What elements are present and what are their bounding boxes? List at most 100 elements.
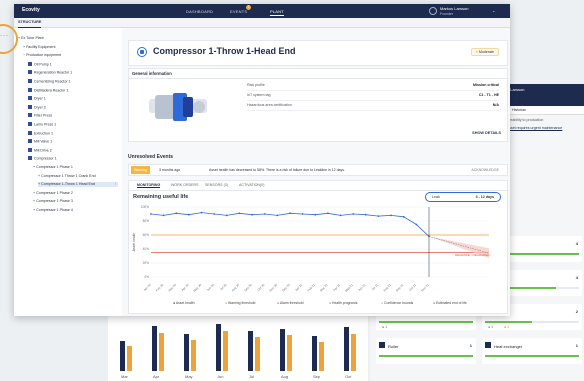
data-point bbox=[364, 213, 367, 216]
bg-card-count: 1 bbox=[575, 343, 578, 348]
subtab[interactable]: WORK ORDERS bbox=[171, 183, 199, 187]
nav-events[interactable]: EVENTS bbox=[230, 9, 247, 14]
general-info-row: Risk profile Mission critical bbox=[247, 82, 499, 91]
data-point bbox=[377, 215, 380, 217]
bg-card-health-fill bbox=[379, 321, 473, 323]
bg-card-health-fill bbox=[485, 321, 532, 323]
tree-item[interactable]: Mill Valve 1 bbox=[28, 139, 118, 145]
tree-item-label: Cementizing Reactor 1 bbox=[34, 79, 71, 84]
data-point bbox=[276, 214, 279, 217]
tree-item[interactable]: Dryer 2 bbox=[28, 104, 118, 111]
chart-annotation: DEGRADE - DEGRADED bbox=[455, 253, 490, 257]
data-point bbox=[150, 213, 152, 215]
info-label: Risk profile bbox=[247, 83, 265, 87]
event-time: 3 months ago bbox=[159, 168, 181, 172]
acknowledge-button[interactable]: ACKNOWLEDGE bbox=[471, 165, 499, 175]
data-point bbox=[200, 211, 203, 214]
tree-item[interactable]: + Ex Tutor Plant bbox=[18, 36, 118, 41]
event-row[interactable]: Warning 3 months ago Asset health has de… bbox=[128, 164, 508, 176]
y-tick-label: 40% bbox=[143, 247, 150, 251]
bg-card-healthy-count: ● 1 bbox=[488, 325, 494, 329]
tree-item[interactable]: + Compressor 1 Phase 3 bbox=[33, 199, 118, 204]
tree-item[interactable]: − Production equipment bbox=[23, 53, 118, 58]
tree-item[interactable]: Oil Pump 1 bbox=[28, 61, 118, 68]
nav-dashboard[interactable]: DASHBOARD bbox=[186, 9, 213, 14]
user-avatar[interactable] bbox=[429, 7, 437, 15]
app-logo[interactable]: Ecovity bbox=[22, 7, 40, 13]
bg-month-label: Sep bbox=[313, 374, 321, 379]
tree-item[interactable]: Compressor 1 bbox=[28, 156, 118, 162]
more-dots-icon[interactable]: ··· bbox=[0, 33, 9, 39]
event-type-badge: Warning bbox=[131, 166, 150, 174]
asset-icon bbox=[28, 130, 32, 135]
bg-month-label: Oct bbox=[345, 374, 352, 379]
subtab[interactable]: MONITORING bbox=[137, 183, 161, 188]
legend-label: Asset health bbox=[175, 301, 195, 305]
tree-item[interactable]: Distilladera Reactor 1 bbox=[28, 87, 118, 94]
tree-item[interactable]: + Compressor 1 Throw 1 Crank End bbox=[38, 174, 118, 179]
tree-item-label: Regeneration Reactor 1 bbox=[34, 70, 73, 75]
subtabs: MONITORING WORK ORDERS SENSORS (3) ACTIVATI… bbox=[129, 181, 507, 191]
legend-label: Estimated end of life bbox=[436, 301, 467, 305]
bg-tab-historian[interactable]: Historian bbox=[512, 108, 526, 112]
event-message: Asset health has decreased to 58%. There… bbox=[209, 168, 345, 172]
tree-item[interactable]: Regeneration Reactor 1 bbox=[28, 70, 118, 76]
tree-item[interactable]: + Compressor 1-Throw 1 Head End! bbox=[38, 182, 118, 188]
tree-item[interactable]: Mill Drive 2 bbox=[28, 147, 118, 154]
compressor-illustration bbox=[149, 93, 207, 121]
rul-leak-label: Leak bbox=[432, 195, 440, 199]
asset-icon bbox=[28, 156, 32, 161]
data-point bbox=[175, 212, 178, 215]
rul-leak-pill[interactable]: Leak 3 - 12 days bbox=[425, 192, 501, 202]
background-bar-chart-panel: Mar Apr May Jun Jul Aug Sep Oct bbox=[108, 314, 368, 381]
bg-bar bbox=[191, 339, 196, 371]
x-tick-label: Jun 21 bbox=[357, 283, 366, 292]
legend-label: Confidence bounds bbox=[384, 301, 414, 305]
tree-item[interactable]: Cementizing Reactor 1 bbox=[28, 79, 118, 85]
tree-item[interactable]: Extruction 1 bbox=[28, 130, 118, 137]
bg-card-count: 2 bbox=[575, 309, 578, 314]
y-tick-label: 20% bbox=[143, 261, 150, 265]
bg-card-moderate-count: ● 1 bbox=[504, 325, 510, 329]
data-point bbox=[162, 214, 165, 217]
data-point bbox=[301, 213, 304, 215]
tree-item[interactable]: + Compressor 1 Phase 1 bbox=[33, 165, 118, 170]
tree-item[interactable]: Lamo Press 1 bbox=[28, 122, 118, 128]
data-point bbox=[238, 212, 241, 215]
tree-item[interactable]: + Compressor 1 Phase 2 bbox=[33, 191, 118, 196]
asset-icon bbox=[28, 79, 32, 83]
info-label: Hazardous area certification bbox=[247, 103, 292, 107]
data-point bbox=[225, 214, 228, 217]
bg-asset-card[interactable]: Roller 1 bbox=[376, 338, 476, 364]
show-details-button[interactable]: SHOW DETAILS bbox=[472, 131, 501, 135]
nav-plant[interactable]: PLANT bbox=[270, 9, 284, 16]
subtab[interactable]: ACTIVATION(0) bbox=[239, 183, 264, 187]
x-tick-label: Mar 20 bbox=[168, 283, 178, 293]
bg-month-label: Mar bbox=[121, 374, 128, 379]
bg-card-health-bar bbox=[379, 355, 473, 357]
tree-item-label: Production equipment bbox=[26, 53, 62, 58]
tree-item-label: Filter Press bbox=[34, 113, 53, 118]
tree-item[interactable]: + Compressor 1 Phase 4 bbox=[33, 208, 118, 213]
chevron-down-icon[interactable]: ⌄ bbox=[492, 8, 495, 13]
bg-card-count: 1 bbox=[469, 343, 472, 348]
info-label: IoT system tag bbox=[247, 93, 271, 97]
data-point bbox=[390, 214, 392, 217]
main-window: Ecovity DASHBOARD EVENTS 3 PLANT Markus … bbox=[14, 4, 510, 316]
bg-month-label: Jun bbox=[217, 374, 224, 379]
subtab[interactable]: SENSORS (3) bbox=[205, 183, 228, 187]
legend-item: ● Estimated end of life bbox=[433, 301, 467, 305]
legend-label: Warning threshold bbox=[228, 301, 256, 305]
tree-item[interactable]: + Facility Equipment bbox=[23, 45, 118, 50]
tree-item[interactable]: Dryer 1 bbox=[28, 96, 118, 102]
bg-card-health-bar bbox=[379, 321, 473, 323]
bg-asset-card[interactable]: Heat exchanger 1 bbox=[482, 338, 582, 364]
x-tick-label: Jan 21 bbox=[294, 283, 303, 292]
tree-item[interactable]: Filter Press bbox=[28, 113, 118, 119]
tab-structure[interactable]: STRUCTURE bbox=[18, 18, 42, 28]
legend-item: ● Health prognosis bbox=[329, 301, 357, 305]
unresolved-events-header: Unresolved Events bbox=[128, 154, 174, 160]
user-name[interactable]: Markus Larsson bbox=[440, 6, 468, 11]
bg-bar bbox=[287, 335, 292, 371]
asset-icon bbox=[28, 87, 32, 92]
